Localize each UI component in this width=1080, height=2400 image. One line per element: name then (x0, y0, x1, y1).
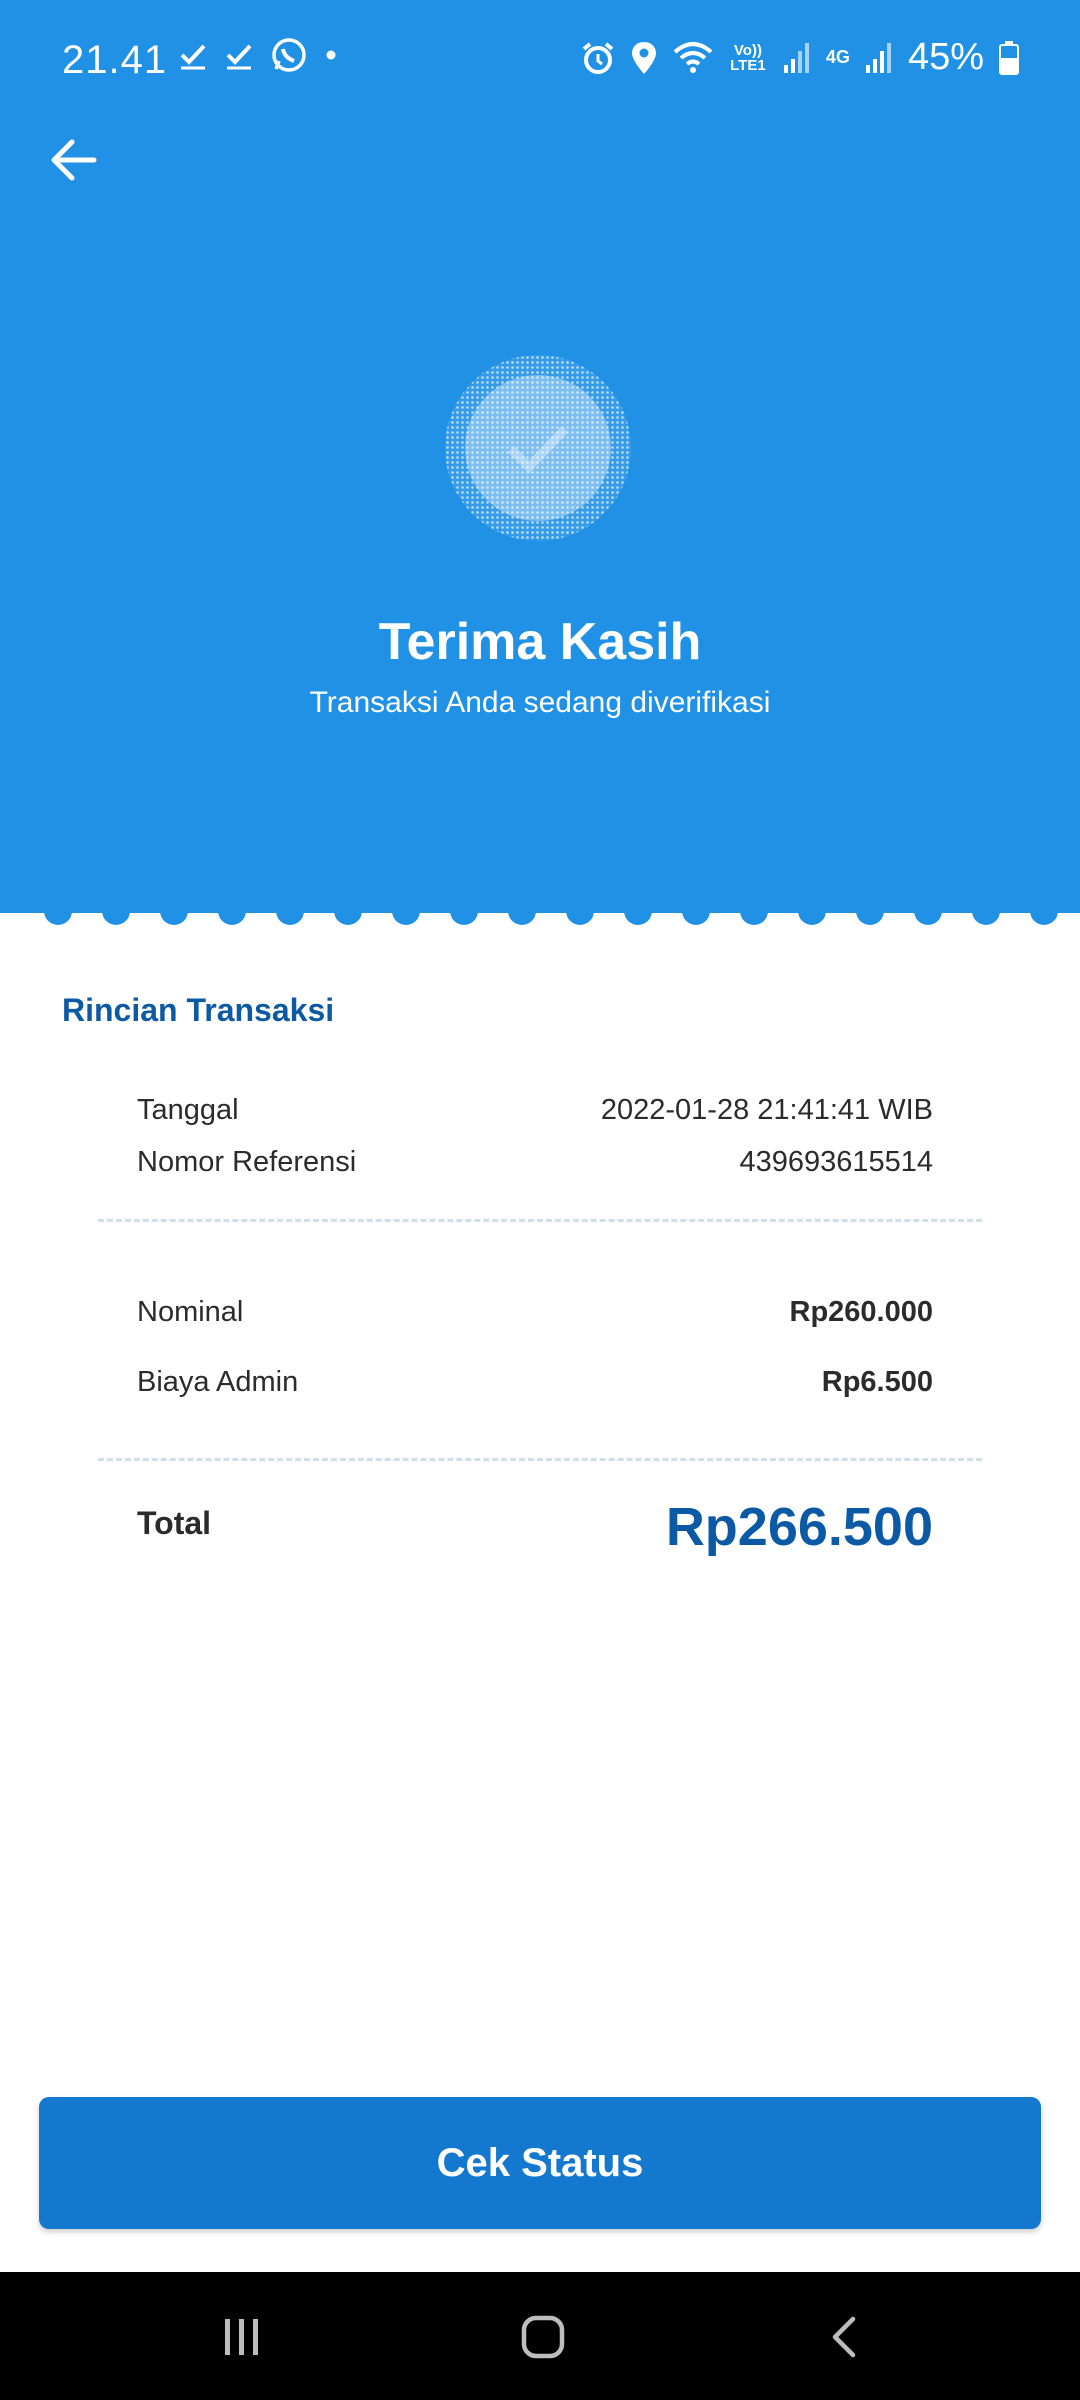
recents-icon (225, 2319, 258, 2355)
back-arrow-icon (51, 139, 97, 181)
amount-row-admin-fee: Biaya Admin Rp6.500 (137, 1366, 933, 1399)
page-subtitle: Transaksi Anda sedang diverifikasi (309, 686, 771, 719)
navigation-bar (0, 2272, 1080, 2400)
home-icon (521, 2315, 565, 2359)
whatsapp-icon (272, 38, 306, 72)
section-title: Rincian Transaksi (62, 992, 335, 1028)
battery-percent: 45% (907, 36, 984, 78)
detail-label: Tanggal (137, 1094, 239, 1126)
divider (98, 1458, 982, 1461)
amount-row-nominal: Nominal Rp260.000 (137, 1296, 933, 1329)
check-status-button[interactable]: Cek Status (39, 2097, 1041, 2229)
volte-label: Vo)) LTE1 (730, 41, 766, 74)
detail-row-date: Tanggal 2022-01-28 21:41:41 WIB (137, 1094, 933, 1127)
amount-value: Rp260.000 (789, 1296, 934, 1328)
amount-label: Nominal (137, 1296, 244, 1328)
network-type-label: 4G (825, 47, 850, 67)
check-icon (507, 425, 569, 474)
notification-icons (178, 36, 338, 74)
check-notification-icon (226, 44, 252, 70)
system-icons: Vo)) LTE1 4G 45% (580, 36, 1020, 79)
status-time: 21.41 (62, 38, 168, 82)
divider (98, 1219, 982, 1222)
system-back-button[interactable] (810, 2302, 880, 2372)
recents-button[interactable] (206, 2302, 276, 2372)
header-banner: 21.41 Vo)) LTE1 4G 45% Terima Kasih Tran… (0, 0, 1080, 913)
back-icon (832, 2316, 856, 2358)
detail-label: Nomor Referensi (137, 1146, 357, 1178)
amount-label: Biaya Admin (137, 1366, 299, 1398)
receipt-edge (44, 897, 1058, 925)
signal-icon (865, 42, 891, 73)
battery-icon (999, 40, 1019, 75)
detail-row-reference: Nomor Referensi 439693615514 (137, 1146, 933, 1179)
location-icon (631, 41, 656, 74)
amount-value: Rp6.500 (821, 1366, 933, 1398)
detail-value: 439693615514 (739, 1146, 933, 1178)
status-bar: 21.41 Vo)) LTE1 4G 45% (0, 0, 1080, 122)
home-button[interactable] (508, 2302, 578, 2372)
signal-icon (783, 42, 809, 73)
alarm-icon (582, 41, 614, 74)
back-button[interactable] (44, 130, 104, 190)
check-notification-icon (180, 44, 206, 70)
dot-icon (326, 50, 336, 60)
total-label: Total (137, 1505, 212, 1541)
total-value: Rp266.500 (665, 1497, 933, 1557)
wifi-icon (673, 41, 713, 73)
success-icon (445, 355, 631, 541)
page-title: Terima Kasih (378, 613, 702, 671)
detail-value: 2022-01-28 21:41:41 WIB (600, 1094, 933, 1126)
